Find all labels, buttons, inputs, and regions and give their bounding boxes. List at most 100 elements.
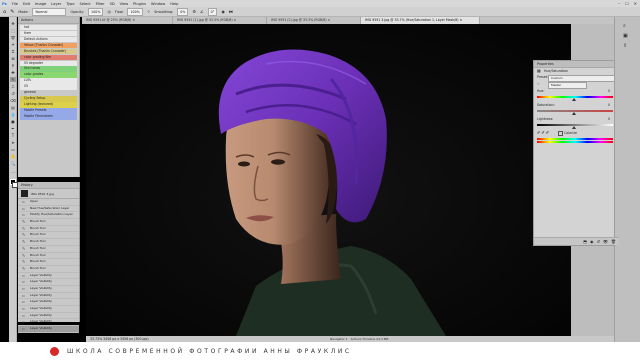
smoothing-field[interactable]: 0% bbox=[177, 7, 189, 16]
menu-type[interactable]: Type bbox=[66, 2, 74, 6]
action-set-item[interactable]: Hem bbox=[20, 30, 77, 36]
flow-field[interactable]: 100% bbox=[127, 7, 143, 16]
menu-image[interactable]: Image bbox=[35, 2, 46, 6]
action-set-item[interactable]: Mobile Filmmakers bbox=[20, 114, 77, 120]
history-item[interactable]: ▫ Layer Visibility bbox=[18, 306, 79, 313]
angle-field[interactable]: 0° bbox=[207, 7, 218, 16]
menu-file[interactable]: File bbox=[12, 2, 18, 6]
app-logo-icon[interactable]: Ps bbox=[2, 2, 7, 6]
lasso-tool-icon[interactable]: ➰ bbox=[10, 35, 16, 40]
view-previous-icon[interactable]: ◉ bbox=[590, 239, 594, 244]
menu-help[interactable]: Help bbox=[170, 2, 178, 6]
lightness-value[interactable]: 0 bbox=[608, 116, 610, 122]
history-item[interactable]: ▫ Layer Visibility bbox=[18, 313, 79, 320]
history-item[interactable]: ✎ Brush Tool bbox=[18, 219, 79, 226]
menu-plugins[interactable]: Plugins bbox=[133, 2, 146, 6]
quick-select-tool-icon[interactable]: ✦ bbox=[10, 42, 16, 47]
history-item[interactable]: ▫ Modify Hue/Saturation Layer bbox=[18, 212, 79, 220]
zoom-tool-icon[interactable]: 🔍 bbox=[10, 161, 16, 166]
action-set-item[interactable]: Yellow (Thanks Crusader) bbox=[20, 42, 77, 48]
crop-tool-icon[interactable]: ⌗ bbox=[10, 49, 16, 54]
colorize-checkbox[interactable] bbox=[558, 130, 564, 136]
search-icon[interactable]: ⌕ bbox=[623, 23, 626, 29]
tab-doc-1[interactable]: IMG 9591.tif @ 25% (RGB/8) × bbox=[82, 17, 173, 24]
menu-window[interactable]: Window bbox=[151, 2, 165, 6]
shape-tool-icon[interactable]: ▭ bbox=[10, 147, 16, 152]
clip-to-layer-icon[interactable]: ⬒ bbox=[583, 239, 587, 244]
saturation-slider-knob[interactable] bbox=[572, 112, 576, 115]
action-set-item[interactable]: Default Actions bbox=[20, 36, 77, 42]
action-set-item[interactable]: Cycling Setup bbox=[20, 96, 77, 102]
dodge-tool-icon[interactable]: ● bbox=[10, 119, 16, 124]
history-item[interactable]: ▫ Layer Visibility bbox=[18, 279, 79, 286]
path-select-tool-icon[interactable]: ➤ bbox=[10, 140, 16, 145]
history-item[interactable]: ✎ Brush Tool bbox=[18, 232, 79, 240]
stamp-tool-icon[interactable]: ⎍ bbox=[10, 84, 16, 89]
history-item[interactable]: ▫ Layer Visibility bbox=[18, 293, 79, 300]
eyedropper-minus-icon[interactable]: ✐ bbox=[546, 130, 549, 135]
marquee-tool-icon[interactable]: ⬚ bbox=[10, 28, 16, 33]
action-set-item[interactable]: Skin tones bbox=[20, 66, 77, 72]
mode-select[interactable]: Normal bbox=[32, 7, 67, 16]
history-item[interactable]: ▫ Layer Visibility bbox=[18, 319, 79, 327]
menu-3d[interactable]: 3D bbox=[110, 2, 115, 6]
history-item[interactable]: ✎ Brush Tool bbox=[18, 253, 79, 260]
eyedropper-tool-icon[interactable]: ⚲ bbox=[10, 63, 16, 68]
history-item[interactable]: ✎ Brush Tool bbox=[18, 246, 79, 253]
pressure-opacity-icon[interactable]: ◎ bbox=[107, 9, 111, 14]
pen-tool-icon[interactable]: ✒ bbox=[10, 126, 16, 131]
action-set-item[interactable]: general bbox=[20, 90, 77, 96]
tab-doc-3[interactable]: IMG 9591 (2).jpg @ 33.3% (RGB/8) × bbox=[267, 17, 361, 24]
menu-view[interactable]: View bbox=[120, 2, 129, 6]
pressure-size-icon[interactable]: ◉ bbox=[221, 9, 225, 14]
action-set-item[interactable]: color grading film bbox=[20, 54, 77, 60]
menu-layer[interactable]: Layer bbox=[51, 2, 61, 6]
more-tools-icon[interactable]: … bbox=[10, 169, 16, 174]
history-snapshot[interactable]: IMG 9591 3.jpg bbox=[18, 189, 79, 199]
eraser-tool-icon[interactable]: ⌫ bbox=[10, 98, 16, 103]
action-set-item[interactable]: LUTs bbox=[20, 78, 77, 84]
menu-edit[interactable]: Edit bbox=[23, 2, 30, 6]
hue-value[interactable]: 0 bbox=[608, 88, 610, 94]
healing-tool-icon[interactable]: ✚ bbox=[10, 70, 16, 75]
target-adjust-icon[interactable]: ☞ bbox=[537, 81, 541, 86]
frame-tool-icon[interactable]: ⊠ bbox=[10, 56, 16, 61]
action-set-item[interactable]: S5 degrader bbox=[20, 60, 77, 66]
maximize-icon[interactable]: ☐ bbox=[625, 1, 629, 6]
share-icon[interactable]: ⇪ bbox=[623, 43, 627, 49]
history-item[interactable]: ▫ Layer Visibility bbox=[18, 326, 79, 333]
visibility-icon[interactable]: 👁 bbox=[603, 239, 608, 244]
document-canvas[interactable] bbox=[86, 24, 571, 336]
workspace-icon[interactable]: ▣ bbox=[623, 33, 628, 39]
symmetry-icon[interactable]: ⧓ bbox=[229, 9, 233, 14]
minimize-icon[interactable]: – bbox=[618, 1, 620, 6]
eyedropper-icon[interactable]: ✐ bbox=[537, 130, 540, 135]
brush-tool-icon[interactable]: ✎ bbox=[10, 77, 16, 82]
blur-tool-icon[interactable]: 💧 bbox=[10, 112, 16, 117]
lightness-slider-knob[interactable] bbox=[572, 126, 576, 129]
hand-tool-icon[interactable]: ✋ bbox=[10, 154, 16, 159]
angle-icon[interactable]: ∠ bbox=[200, 9, 204, 14]
history-item[interactable]: ▫ Layer Visibility bbox=[18, 273, 79, 280]
action-set-item[interactable]: hat bbox=[20, 24, 77, 30]
action-set-item[interactable]: Mobile Presets bbox=[20, 108, 77, 114]
history-brush-tool-icon[interactable]: ↺ bbox=[10, 91, 16, 96]
smoothing-settings-icon[interactable]: ⚙ bbox=[192, 9, 196, 14]
history-item[interactable]: ▫ Layer Visibility bbox=[18, 286, 79, 293]
history-item[interactable]: ✎ Brush Tool bbox=[18, 259, 79, 266]
action-set-item[interactable]: S5 bbox=[20, 84, 77, 90]
airbrush-icon[interactable]: ✧ bbox=[147, 9, 150, 14]
tab-doc-4[interactable]: IMG 9591 3.jpg @ 33.7% (Hue/Saturation 1… bbox=[361, 17, 480, 24]
eyedropper-plus-icon[interactable]: ✐ bbox=[541, 130, 544, 135]
history-item[interactable]: ▫ New Hue/Saturation Layer bbox=[18, 206, 79, 213]
close-icon[interactable]: ✕ bbox=[634, 1, 637, 6]
delete-icon[interactable]: 🗑 bbox=[611, 239, 616, 244]
reset-icon[interactable]: ↺ bbox=[596, 239, 599, 244]
action-set-item[interactable]: Lighting (textured) bbox=[20, 102, 77, 108]
menu-select[interactable]: Select bbox=[80, 2, 91, 6]
gradient-tool-icon[interactable]: ▤ bbox=[10, 105, 16, 110]
tab-doc-2[interactable]: IMG 9591 (1).jpg @ 33.3% (RGB/8) × bbox=[173, 17, 267, 24]
type-tool-icon[interactable]: T bbox=[10, 133, 16, 138]
saturation-value[interactable]: 0 bbox=[608, 102, 610, 108]
action-set-item[interactable]: Brushes (Thanks Crusader) bbox=[20, 48, 77, 54]
